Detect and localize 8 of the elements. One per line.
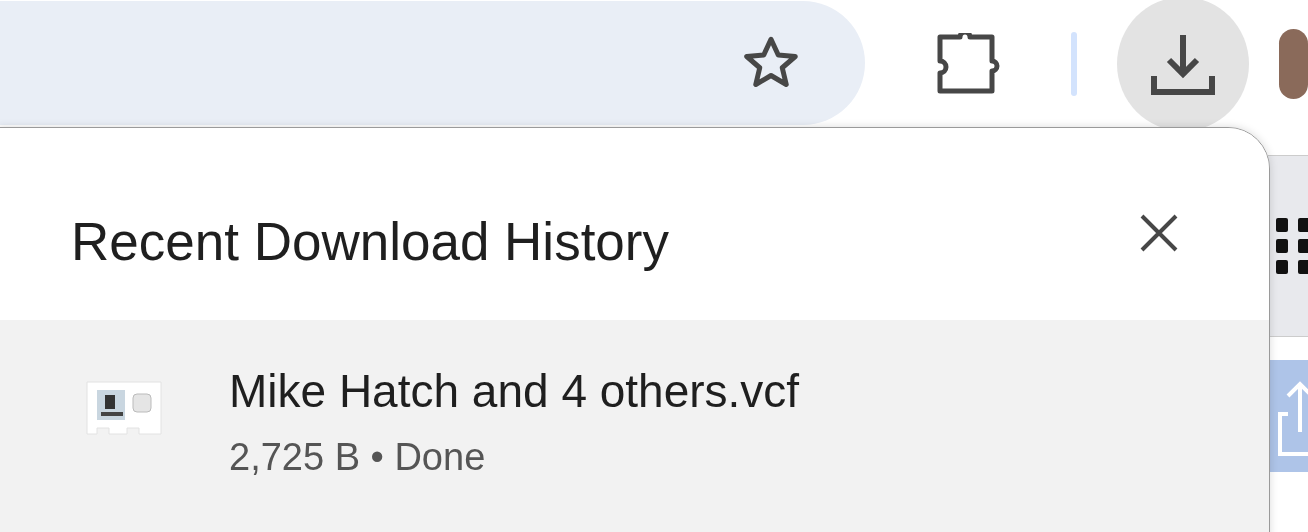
- share-button[interactable]: [1268, 360, 1308, 472]
- file-name[interactable]: Mike Hatch and 4 others.vcf: [229, 364, 800, 418]
- close-button[interactable]: [1139, 213, 1179, 253]
- avatar[interactable]: [1278, 29, 1308, 99]
- panel-title: Recent Download History: [71, 210, 669, 272]
- grid-icon[interactable]: [1274, 216, 1308, 276]
- close-icon: [1139, 213, 1179, 253]
- download-status: 2,725 B • Done: [229, 436, 487, 479]
